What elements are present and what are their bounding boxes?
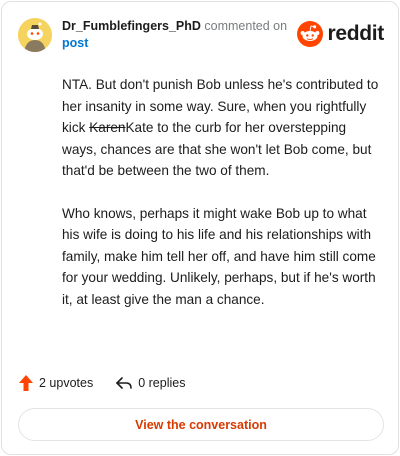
- comment-meta: Dr_Fumblefingers_PhD commented on post: [62, 18, 302, 52]
- comment-paragraph-2: Who knows, perhaps it might wake Bob up …: [62, 205, 376, 307]
- snoo-avatar-icon: [18, 18, 52, 52]
- comment-card: Dr_Fumblefingers_PhD commented on post r…: [1, 1, 399, 455]
- reply-arrow-icon: [116, 377, 133, 389]
- post-link[interactable]: post: [62, 35, 302, 52]
- comment-paragraph-1: NTA. But don't punish Bob unless he's co…: [62, 74, 380, 182]
- upvote-stat[interactable]: 2 upvotes: [18, 374, 93, 392]
- strikethrough-text: Karen: [89, 120, 126, 135]
- upvote-count: 2 upvotes: [39, 376, 94, 390]
- user-avatar[interactable]: [18, 18, 52, 52]
- reddit-snoo-icon: [297, 21, 324, 47]
- brand-wordmark: reddit: [327, 22, 384, 45]
- reddit-logo[interactable]: reddit: [297, 21, 384, 47]
- comment-body: NTA. But don't punish Bob unless he's co…: [62, 74, 380, 331]
- username[interactable]: Dr_Fumblefingers_PhD: [62, 19, 201, 33]
- reply-count: 0 replies: [138, 376, 186, 390]
- comment-header: Dr_Fumblefingers_PhD commented on post r…: [16, 16, 384, 56]
- upvote-arrow-icon: [19, 375, 33, 391]
- reply-stat[interactable]: 0 replies: [115, 375, 185, 391]
- view-conversation-button[interactable]: View the conversation: [18, 408, 384, 441]
- comment-footer: 2 upvotes 0 replies: [18, 373, 207, 393]
- action-text: commented on: [204, 19, 288, 33]
